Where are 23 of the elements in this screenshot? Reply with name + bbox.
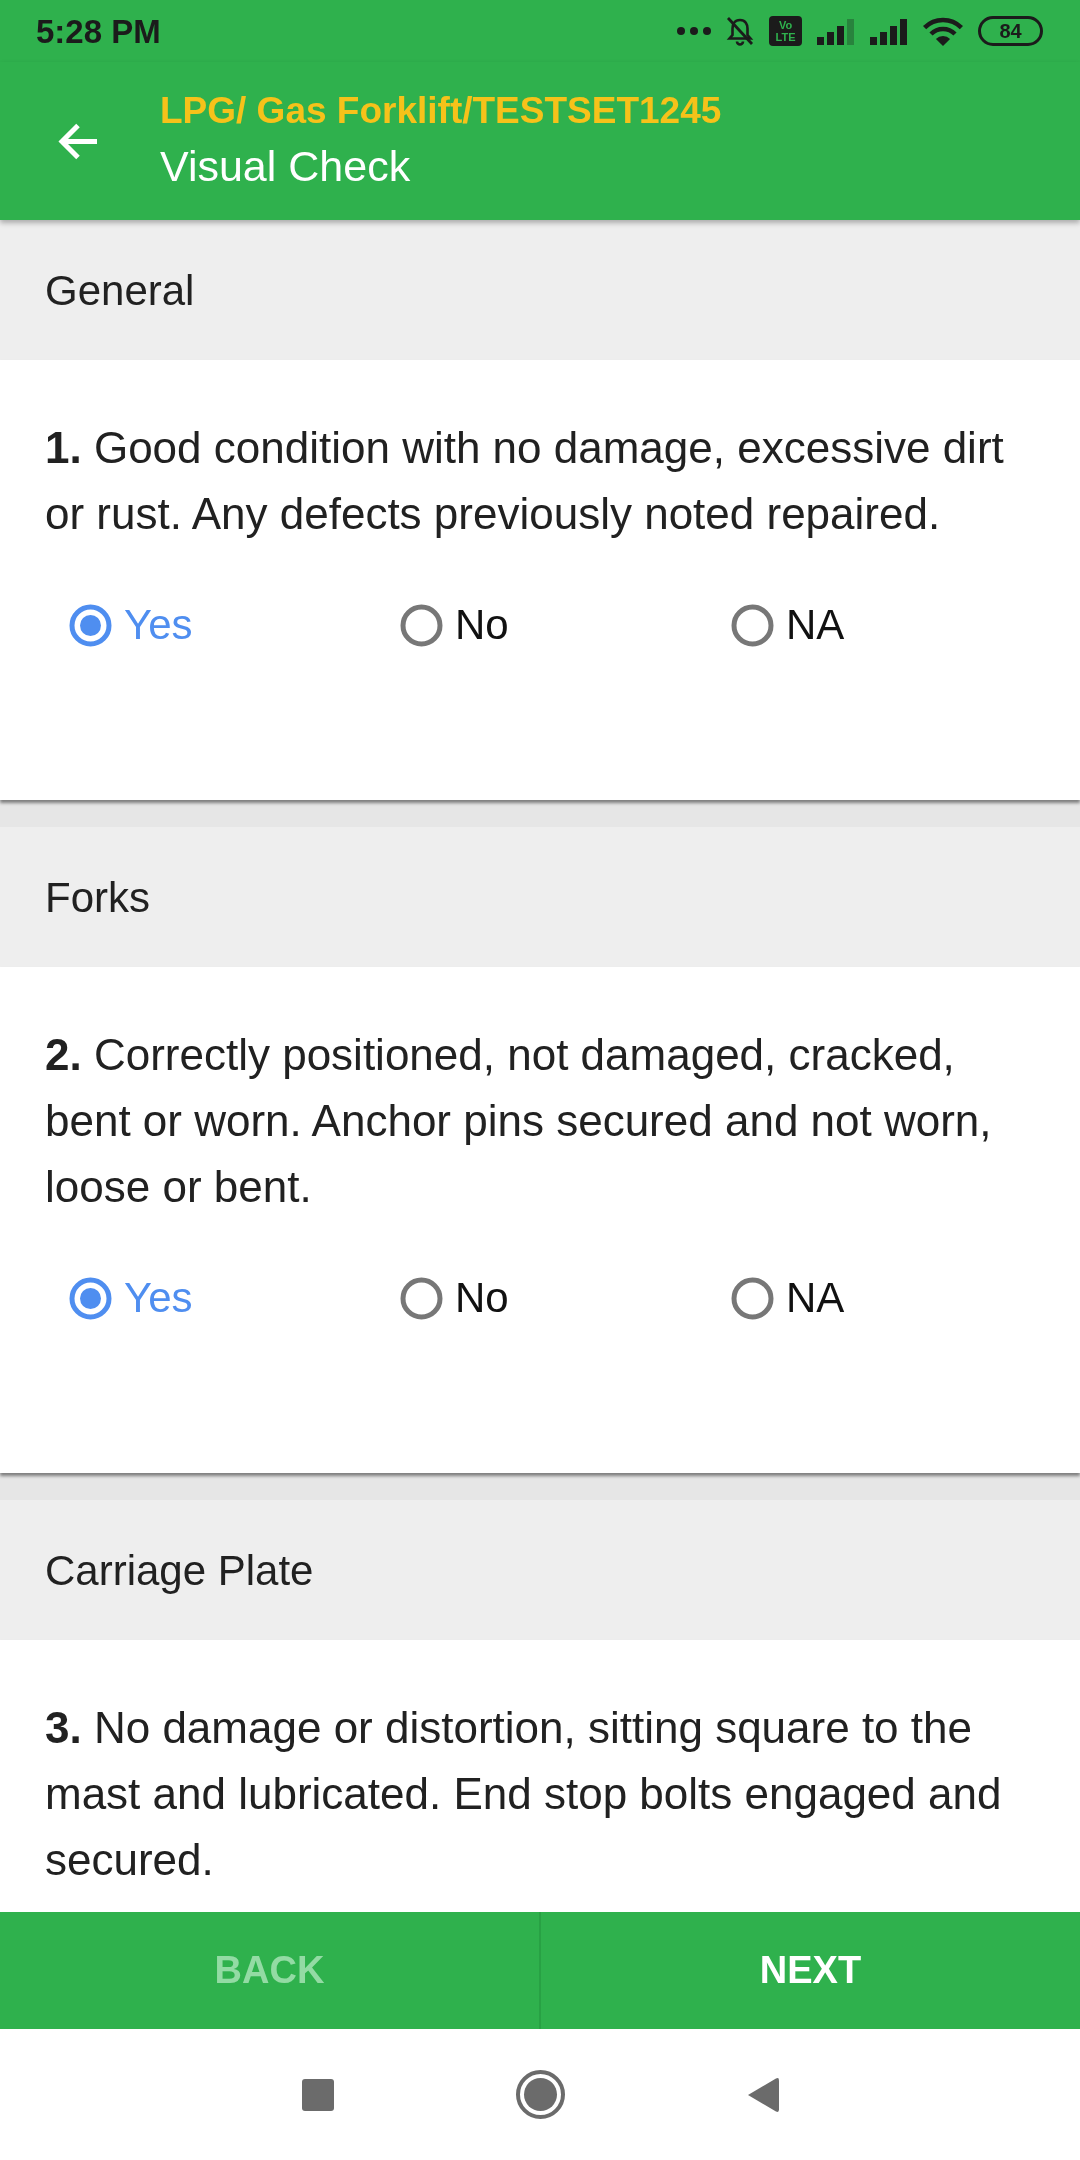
home-icon[interactable]: [515, 2070, 565, 2119]
signal-icon: [868, 17, 908, 45]
section-heading: Forks: [0, 827, 1080, 967]
question-text: 1. Good condition with no damage, excessive dirt or rust. Any defects previously noted repaired.: [45, 422, 1005, 540]
radio-option[interactable]: NA: [731, 1273, 845, 1324]
battery-indicator: 84: [978, 16, 1043, 46]
radio-option[interactable]: No: [400, 1273, 509, 1324]
radio-option[interactable]: No: [400, 600, 509, 651]
back-icon[interactable]: [746, 2076, 779, 2113]
signal-icon: [815, 17, 855, 45]
breadcrumb-title: LPG/ Gas Forklift/TESTSET1245: [160, 89, 722, 133]
wifi-icon: [921, 15, 965, 47]
recents-icon[interactable]: [301, 2078, 334, 2111]
muted-bell-icon: [724, 16, 756, 46]
section-heading: Carriage Plate: [0, 1500, 1080, 1640]
question-text: 3. No damage or distortion, sitting square to the mast and lubricated. End stop bolts engaged and secured.: [45, 1702, 1003, 1886]
section-heading: General: [0, 220, 1080, 360]
screen-title: Visual Check: [160, 141, 412, 192]
network-badge: Vo LTE: [769, 16, 802, 46]
radio-option[interactable]: NA: [731, 600, 845, 651]
question-text: 2. Correctly positioned, not damaged, cracked, bent or worn. Anchor pins secured and not worn, loose or bent.: [45, 1029, 993, 1213]
ellipsis-icon: [677, 27, 711, 35]
status-time: 5:28 PM: [36, 14, 161, 48]
